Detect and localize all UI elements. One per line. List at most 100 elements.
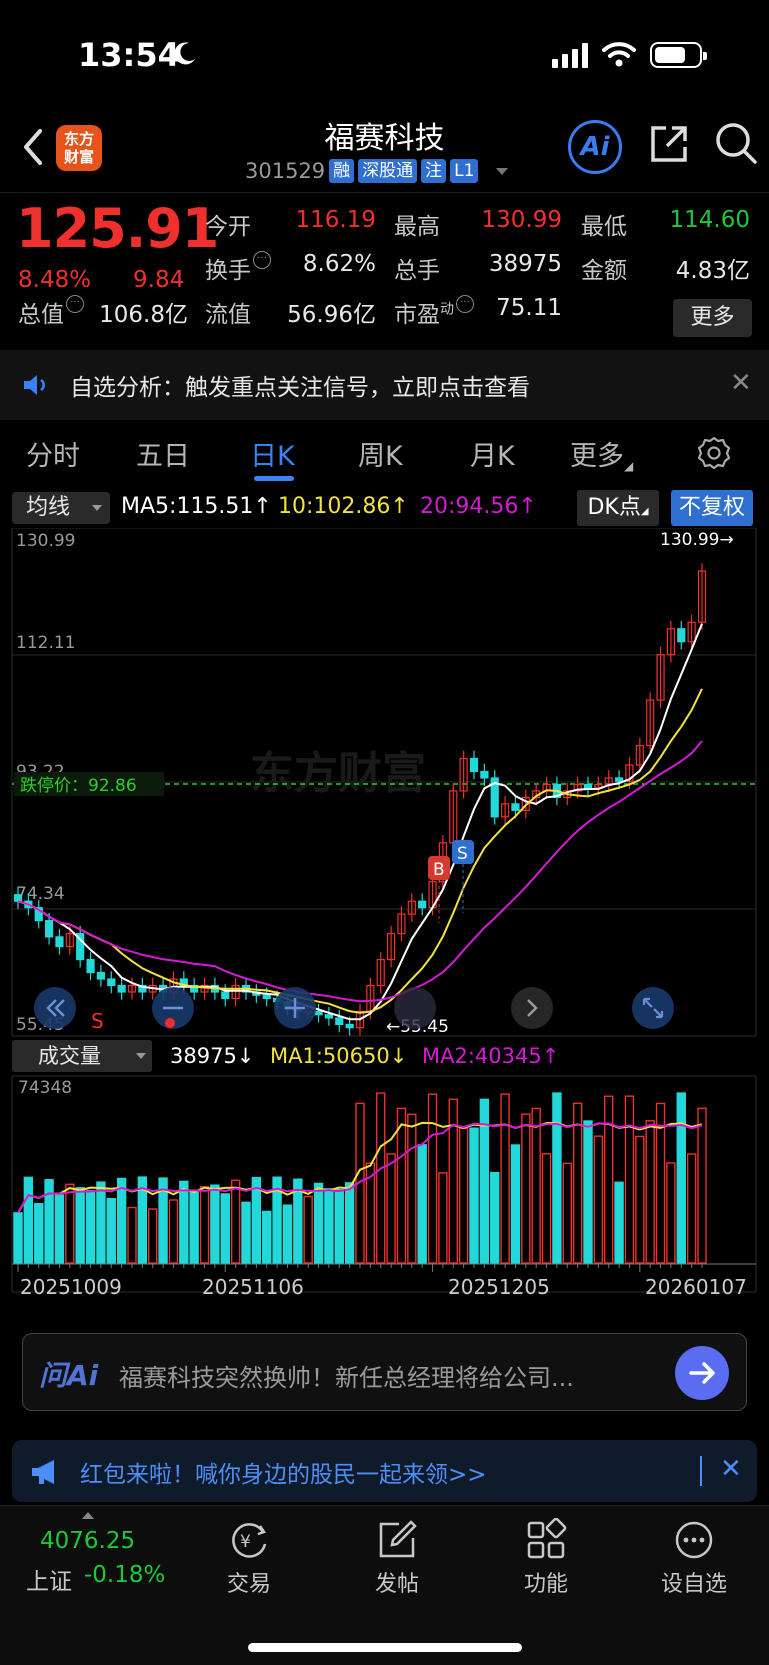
notice-bar[interactable]: 自选分析：触发重点关注信号，立即点击查看 ✕ (0, 350, 769, 420)
candle-body (583, 783, 593, 789)
sell-signal-marker[interactable]: S (452, 840, 474, 913)
pe-value: 75.11 (496, 295, 562, 321)
notice-text: 自选分析：触发重点关注信号，立即点击查看 (70, 375, 530, 401)
scroll-right-button[interactable] (511, 987, 553, 1029)
promo-banner[interactable]: 红包来啦！喊你身边的股民一起来领>> ✕ (12, 1440, 757, 1502)
volume-bar (168, 1199, 179, 1264)
scroll-left-button[interactable] (34, 987, 76, 1029)
close-icon[interactable]: ✕ (730, 368, 752, 398)
more-button[interactable]: 更多 (673, 299, 752, 337)
nav-trade-label: 交易 (226, 1572, 271, 1597)
tab-daily-k[interactable]: 日K (250, 434, 295, 473)
pe-label-text: 市盈 (394, 302, 440, 328)
volume-bar (179, 1180, 189, 1264)
mcap-label[interactable]: 总值 ··· (18, 295, 84, 329)
volume-bar (500, 1093, 510, 1264)
close-icon[interactable]: ✕ (720, 1454, 742, 1484)
watermark: 东方财富 (250, 749, 426, 798)
kline-chart[interactable]: 东方财富 130.99 112.11 93.22 74.34 55.45 跌停价… (0, 528, 769, 1328)
volume-bar (334, 1188, 344, 1264)
tab-intraday[interactable]: 分时 (26, 434, 80, 473)
buy-signal-marker[interactable]: B (428, 856, 450, 923)
send-button[interactable] (675, 1346, 729, 1400)
volume-bar (23, 1176, 34, 1264)
current-price: 125.91 (16, 197, 219, 260)
banner-text: 红包来啦！喊你身边的股民一起来领>> (80, 1462, 487, 1488)
home-indicator (248, 1643, 522, 1652)
mcap-value: 106.8亿 (99, 302, 188, 328)
volume-bar (490, 1171, 500, 1264)
volume-bar (438, 1172, 448, 1264)
turnover-label-text: 换手 (205, 258, 251, 284)
amount-value: 4.83亿 (675, 258, 750, 284)
stock-subtitle[interactable]: 301529 融 深股通 注 L1 (245, 159, 509, 183)
fullscreen-button[interactable] (632, 987, 674, 1029)
volume-bar (344, 1182, 355, 1264)
tab-five-day[interactable]: 五日 (136, 434, 190, 473)
volume-bar (324, 1188, 334, 1264)
chevron-up-icon[interactable] (82, 1512, 94, 1519)
volume-bar (614, 1181, 624, 1264)
status-bar: 13:54 (0, 0, 769, 110)
ma-dropdown[interactable]: 均线 (12, 492, 110, 524)
volume-bar (313, 1182, 324, 1264)
mcap-label-text: 总值 (18, 302, 64, 328)
s-marker: S (91, 1009, 104, 1033)
volume-bar (458, 1127, 469, 1264)
date-ticks (17, 1264, 703, 1272)
candle-body (55, 936, 64, 948)
turnover-value: 8.62% (302, 251, 376, 277)
dk-points-button[interactable]: DK点◢ (577, 490, 659, 526)
share-icon[interactable] (648, 123, 690, 165)
search-icon[interactable] (714, 121, 758, 165)
zoom-out-button[interactable] (152, 987, 194, 1029)
nav-functions[interactable]: 功能 (496, 1518, 596, 1598)
date-label: 20251009 (20, 1275, 122, 1299)
status-time: 13:54 (78, 36, 180, 74)
candle-body (418, 900, 427, 909)
pe-sup: 动 (440, 301, 454, 318)
low-label: 最低 (581, 214, 627, 240)
crosshair-button[interactable] (394, 987, 436, 1029)
date-label: 20251106 (202, 1275, 304, 1299)
battery-icon (650, 42, 707, 68)
ai-button[interactable]: Ai (568, 120, 622, 174)
candle-body (117, 984, 126, 993)
zoom-in-button[interactable] (274, 987, 316, 1029)
tab-weekly-k[interactable]: 周K (358, 434, 403, 473)
tab-monthly-k[interactable]: 月K (470, 434, 515, 473)
ai-prompt-text: 福赛科技突然换帅！新任总经理将给公司... (119, 1364, 574, 1392)
moon-icon (174, 42, 195, 65)
turnover-label[interactable]: 换手 ··· (205, 251, 271, 285)
amount-label: 金额 (581, 258, 627, 284)
volume-bar (635, 1135, 645, 1264)
tab-more[interactable]: 更多◢ (570, 434, 633, 473)
nav-add-watchlist[interactable]: 设自选 (644, 1518, 744, 1598)
info-icon: ··· (253, 251, 271, 269)
volume-bar (562, 1162, 572, 1264)
active-tab-indicator (254, 476, 294, 481)
tag-registered: 注 (421, 159, 447, 183)
high-label: 最高 (394, 214, 440, 240)
pe-label[interactable]: 市盈动 ··· (394, 295, 474, 329)
ai-question-box[interactable]: 问Ai 福赛科技突然换帅！新任总经理将给公司... (22, 1333, 747, 1411)
ma20-value: 20:94.56↑ (420, 494, 537, 519)
candle-body (324, 1014, 334, 1019)
volume-value: 38975↓ (170, 1044, 254, 1068)
price-label-2: 112.11 (16, 633, 75, 653)
volume-bars (13, 1092, 707, 1264)
candle-body (262, 994, 271, 1000)
nav-post[interactable]: 发帖 (347, 1518, 447, 1598)
price-label-top: 130.99 (16, 531, 75, 551)
info-icon: ··· (66, 295, 84, 313)
corner-triangle-icon: ◢ (624, 459, 634, 473)
volume-bar (686, 1153, 697, 1264)
volume-bar (116, 1177, 127, 1264)
nav-trade[interactable]: ¥ 交易 (199, 1518, 299, 1598)
tag-connect: 深股通 (358, 159, 418, 183)
volume-bar (676, 1092, 686, 1264)
no-adjust-button[interactable]: 不复权 (671, 490, 753, 526)
index-value[interactable]: 4076.25 (40, 1528, 135, 1554)
gear-icon[interactable] (697, 436, 731, 470)
more-icon (675, 1521, 713, 1559)
